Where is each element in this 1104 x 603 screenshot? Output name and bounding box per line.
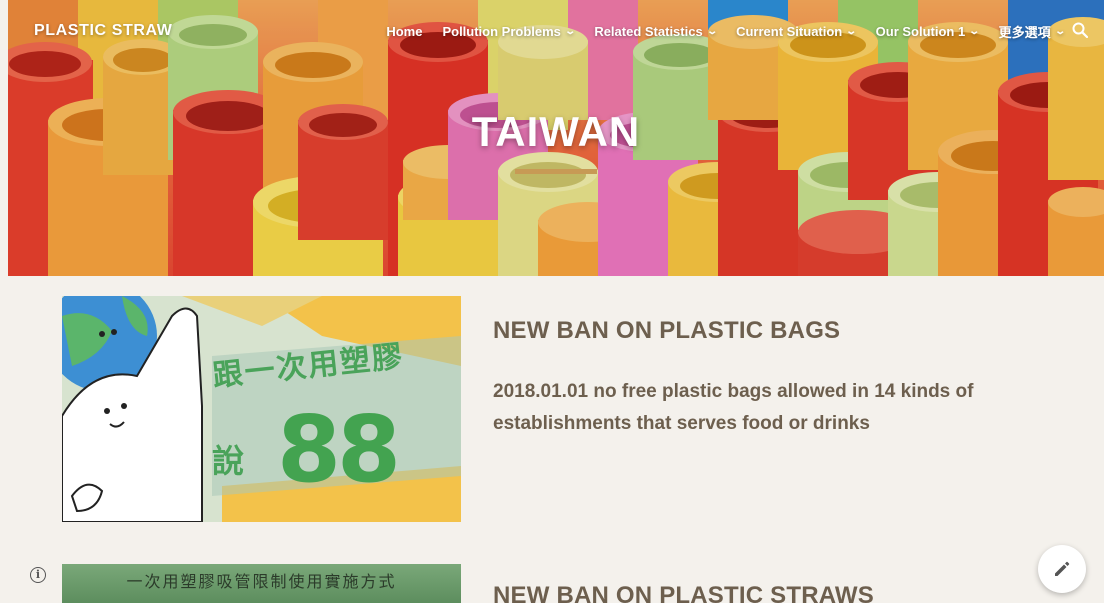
section-heading-plastic-bags: NEW BAN ON PLASTIC BAGS — [493, 317, 841, 344]
section-body-plastic-bags: 2018.01.01 no free plastic bags allowed … — [493, 381, 974, 434]
nav-item-label: Home — [386, 24, 423, 39]
nav-item-our-solution-1[interactable]: Our Solution 1 ⌄ — [875, 22, 981, 41]
nav-item-pollution-problems[interactable]: Pollution Problems ⌄ — [442, 22, 576, 41]
info-icon[interactable]: i — [30, 567, 46, 583]
section-heading-plastic-straws: NEW BAN ON PLASTIC STRAWS — [493, 582, 874, 603]
nav-menu: Home Pollution Problems ⌄ Related Statis… — [386, 22, 1066, 41]
image-text-88: 88 — [277, 396, 401, 503]
chevron-down-icon: ⌄ — [1053, 26, 1066, 37]
search-icon[interactable] — [1072, 22, 1088, 38]
plastic-bag-ban-image: 跟一次用塑膠 說 88 — [62, 296, 461, 522]
nav-item-home[interactable]: Home — [386, 22, 422, 41]
page-title: TAIWAN — [471, 108, 641, 155]
pencil-icon — [1055, 561, 1070, 576]
chevron-down-icon: ⌄ — [845, 26, 858, 37]
nav-item-related-statistics[interactable]: Related Statistics ⌄ — [594, 22, 718, 41]
image-caption: 一次用塑膠吸管限制使用實施方式 — [126, 572, 397, 591]
chevron-down-icon: ⌄ — [564, 26, 576, 37]
nav-item-label: Related Statistics — [594, 24, 703, 39]
nav-item-label: Current Situation — [736, 24, 843, 39]
nav-item-more-options[interactable]: 更多選項 ⌄ — [998, 22, 1066, 41]
hero-banner: PLASTIC STRAW Home Pollution Problems ⌄ … — [8, 0, 1104, 276]
site-title-link[interactable]: PLASTIC STRAW — [34, 22, 172, 40]
top-navigation: PLASTIC STRAW Home Pollution Problems ⌄ … — [8, 0, 1104, 62]
nav-item-label: Pollution Problems — [442, 24, 561, 39]
chevron-down-icon: ⌄ — [968, 26, 981, 37]
edit-button[interactable] — [1038, 545, 1086, 593]
nav-item-current-situation[interactable]: Current Situation ⌄ — [736, 22, 858, 41]
nav-item-label: 更多選項 — [998, 25, 1051, 40]
chevron-down-icon: ⌄ — [706, 26, 718, 37]
plastic-straw-ban-image: 一次用塑膠吸管限制使用實施方式 — [62, 564, 461, 603]
nav-item-label: Our Solution 1 — [875, 24, 966, 39]
title-underline — [515, 169, 597, 174]
image-text-line2: 說 — [212, 442, 245, 480]
